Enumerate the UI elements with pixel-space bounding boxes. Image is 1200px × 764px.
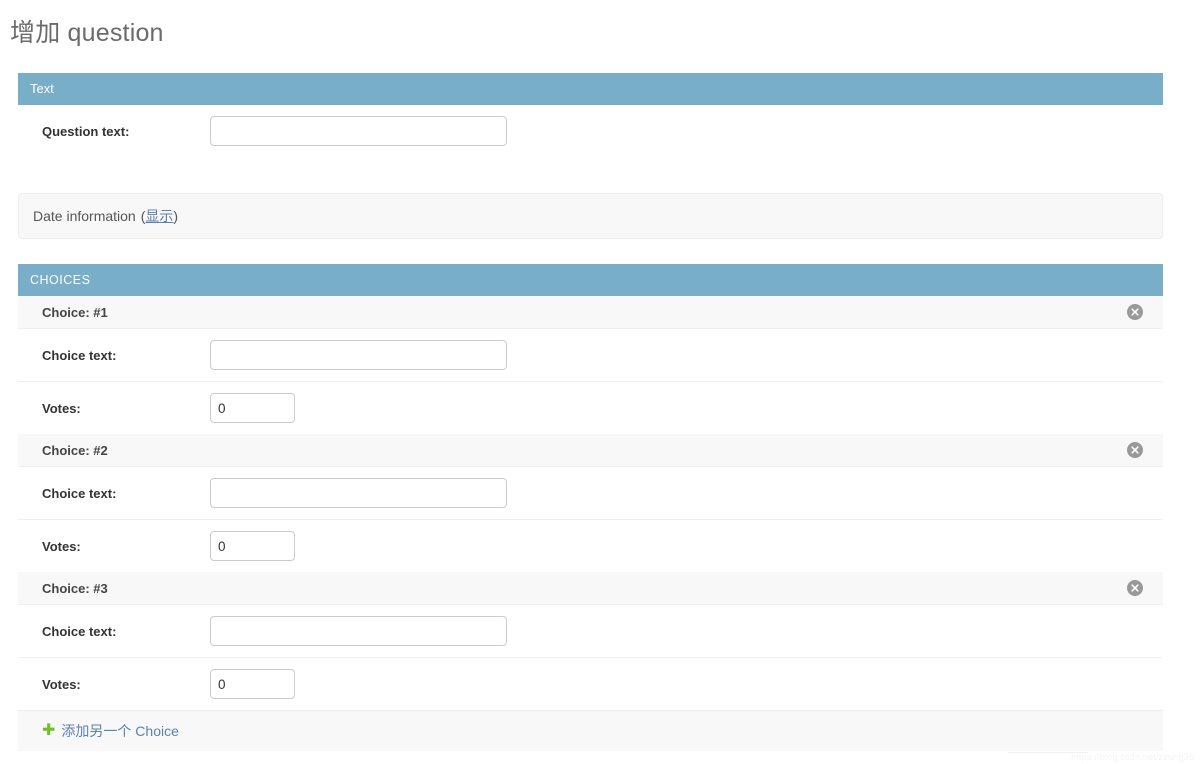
remove-circle-icon[interactable]: [1127, 442, 1143, 458]
date-paren-close: ): [173, 208, 179, 224]
text-fieldset-module: Text Question text:: [18, 73, 1163, 157]
choice-1-text-label: Choice text:: [42, 347, 117, 363]
choice-2-text-input[interactable]: [210, 478, 507, 508]
choice-1-text-input[interactable]: [210, 340, 507, 370]
inline-header-choice-3: Choice: #3: [18, 572, 1163, 605]
admin-add-question-page: 增加 question Text Question text: Date inf…: [0, 0, 1200, 764]
date-information-fieldset: Date information (显示): [18, 193, 1163, 239]
inline-title-choice-3: Choice: #3: [42, 580, 108, 596]
date-information-label: Date information: [33, 208, 136, 224]
watermark-text: https://blog.csdn.net/zzung35: [1071, 752, 1194, 762]
form-row-choice-3-text: Choice text:: [18, 605, 1163, 658]
choices-inline-module: CHOICES Choice: #1 Choice text: Votes: 0…: [18, 264, 1163, 751]
form-row-choice-1-text: Choice text:: [18, 329, 1163, 382]
remove-circle-icon[interactable]: [1127, 580, 1143, 596]
choice-3-votes-input[interactable]: [210, 669, 295, 699]
date-information-show-link[interactable]: 显示: [145, 208, 173, 224]
choice-3-votes-label: Votes:: [42, 676, 81, 692]
inline-header-choice-2: Choice: #2: [18, 434, 1163, 467]
add-another-choice-label: 添加另一个 Choice: [61, 723, 179, 739]
inline-title-choice-2: Choice: #2: [42, 442, 108, 458]
choice-3-text-label: Choice text:: [42, 623, 117, 639]
add-another-choice-link[interactable]: ✚ 添加另一个 Choice: [30, 721, 179, 741]
question-text-input[interactable]: [210, 116, 507, 146]
form-row-choice-2-votes: Votes:: [18, 520, 1163, 572]
form-row-question-text: Question text:: [18, 105, 1163, 157]
choice-1-votes-label: Votes:: [42, 400, 81, 416]
inline-title-choice-1: Choice: #1: [42, 304, 108, 320]
remove-circle-icon[interactable]: [1127, 304, 1143, 320]
choice-2-votes-input[interactable]: [210, 531, 295, 561]
inline-related-choice-1: Choice: #1 Choice text: Votes:: [18, 296, 1163, 434]
choice-2-text-label: Choice text:: [42, 485, 117, 501]
form-row-choice-3-votes: Votes:: [18, 658, 1163, 710]
choices-module-header: CHOICES: [18, 264, 1163, 296]
add-another-choice-row: ✚ 添加另一个 Choice: [18, 710, 1163, 751]
text-fieldset-header: Text: [18, 73, 1163, 105]
choice-3-text-input[interactable]: [210, 616, 507, 646]
inline-related-choice-2: Choice: #2 Choice text: Votes:: [18, 434, 1163, 572]
form-row-choice-1-votes: Votes:: [18, 382, 1163, 434]
inline-related-choice-3: Choice: #3 Choice text: Votes:: [18, 572, 1163, 710]
choice-1-votes-input[interactable]: [210, 393, 295, 423]
inline-header-choice-1: Choice: #1: [18, 296, 1163, 329]
form-row-choice-2-text: Choice text:: [18, 467, 1163, 520]
page-title: 增加 question: [10, 19, 164, 47]
plus-icon: ✚: [42, 722, 56, 739]
question-text-label: Question text:: [42, 123, 130, 139]
choice-2-votes-label: Votes:: [42, 538, 81, 554]
